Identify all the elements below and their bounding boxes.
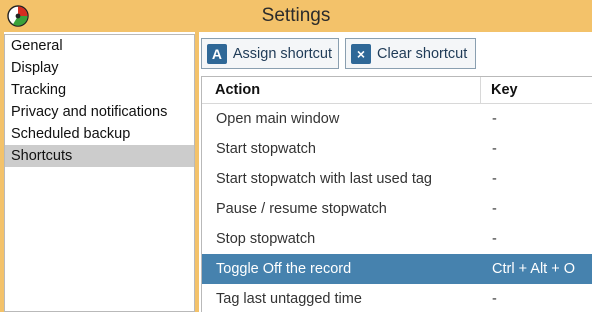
shortcuts-table: Action Key Open main window - Start stop… [201,76,592,312]
row-key: - [492,111,497,127]
sidebar-item-privacy-and-notifications[interactable]: Privacy and notifications [5,101,194,123]
row-action: Open main window [216,111,340,127]
sidebar-item-general[interactable]: General [5,35,194,57]
table-header: Action Key [202,77,592,104]
row-action: Start stopwatch with last used tag [216,171,432,187]
table-row[interactable]: Start stopwatch with last used tag - [202,164,592,194]
title-bar[interactable]: Settings [0,0,592,32]
row-action: Stop stopwatch [216,231,316,247]
clear-shortcut-label: Clear shortcut [377,45,468,62]
row-key: - [492,291,497,307]
column-header-key[interactable]: Key [481,77,518,103]
row-action: Tag last untagged time [216,291,362,307]
column-header-action[interactable]: Action [202,77,481,103]
table-row[interactable]: Start stopwatch - [202,134,592,164]
sidebar-item-display[interactable]: Display [5,57,194,79]
settings-sidebar: General Display Tracking Privacy and not… [4,34,195,312]
assign-shortcut-label: Assign shortcut [232,45,332,62]
clear-shortcut-button[interactable]: × Clear shortcut [345,38,476,69]
assign-shortcut-icon: A [207,43,227,64]
row-action: Start stopwatch [216,141,316,157]
row-key: - [492,141,497,157]
clear-shortcut-icon: × [351,43,371,64]
row-key: - [492,171,497,187]
row-action: Pause / resume stopwatch [216,201,387,217]
row-key: - [492,231,497,247]
row-key: Ctrl + Alt + O [492,261,575,277]
table-row[interactable]: Pause / resume stopwatch - [202,194,592,224]
row-action: Toggle Off the record [216,261,352,277]
table-row[interactable]: Open main window - [202,104,592,134]
sidebar-item-shortcuts[interactable]: Shortcuts [5,145,194,167]
table-row[interactable]: Tag last untagged time - [202,284,592,312]
assign-shortcut-button[interactable]: A Assign shortcut [201,38,339,69]
sidebar-item-scheduled-backup[interactable]: Scheduled backup [5,123,194,145]
table-row[interactable]: Stop stopwatch - [202,224,592,254]
row-key: - [492,201,497,217]
sidebar-item-tracking[interactable]: Tracking [5,79,194,101]
table-row-selected[interactable]: Toggle Off the record Ctrl + Alt + O [202,254,592,284]
window-title: Settings [261,5,331,26]
